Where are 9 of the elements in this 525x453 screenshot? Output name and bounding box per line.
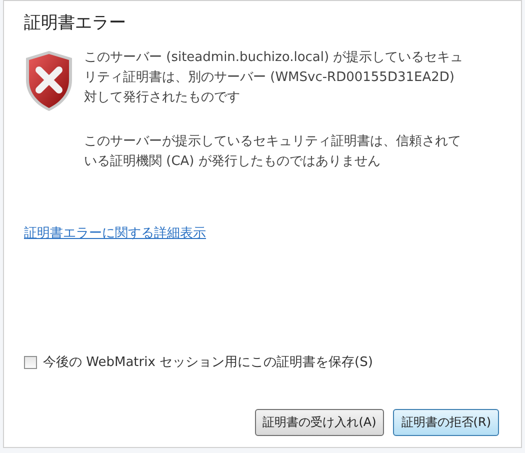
reject-button[interactable]: 証明書の拒否(R) <box>393 409 499 436</box>
details-link[interactable]: 証明書エラーに関する詳細表示 <box>24 224 206 242</box>
error-shield-icon <box>24 50 74 112</box>
error-message: このサーバーが提示しているセキュリティ証明書は、信頼されて いる証明機関 (CA) が発行したものではありません <box>84 133 462 171</box>
accept-button[interactable]: 証明書の受け入れ(A) <box>254 409 384 436</box>
save-checkbox[interactable] <box>24 356 37 368</box>
save-checkbox-label: 今後の WebMatrix セッション用にこの証明書を保存(S) <box>43 354 373 371</box>
error-message: このサーバー (siteadmin.buchizo.local) が提示しているセキュ リティ証明書は、別のサーバー (WMSvc-RD00155D31EA2D) 対して発行されたものです <box>84 49 464 107</box>
dialog-title: 証明書エラー <box>24 12 127 34</box>
